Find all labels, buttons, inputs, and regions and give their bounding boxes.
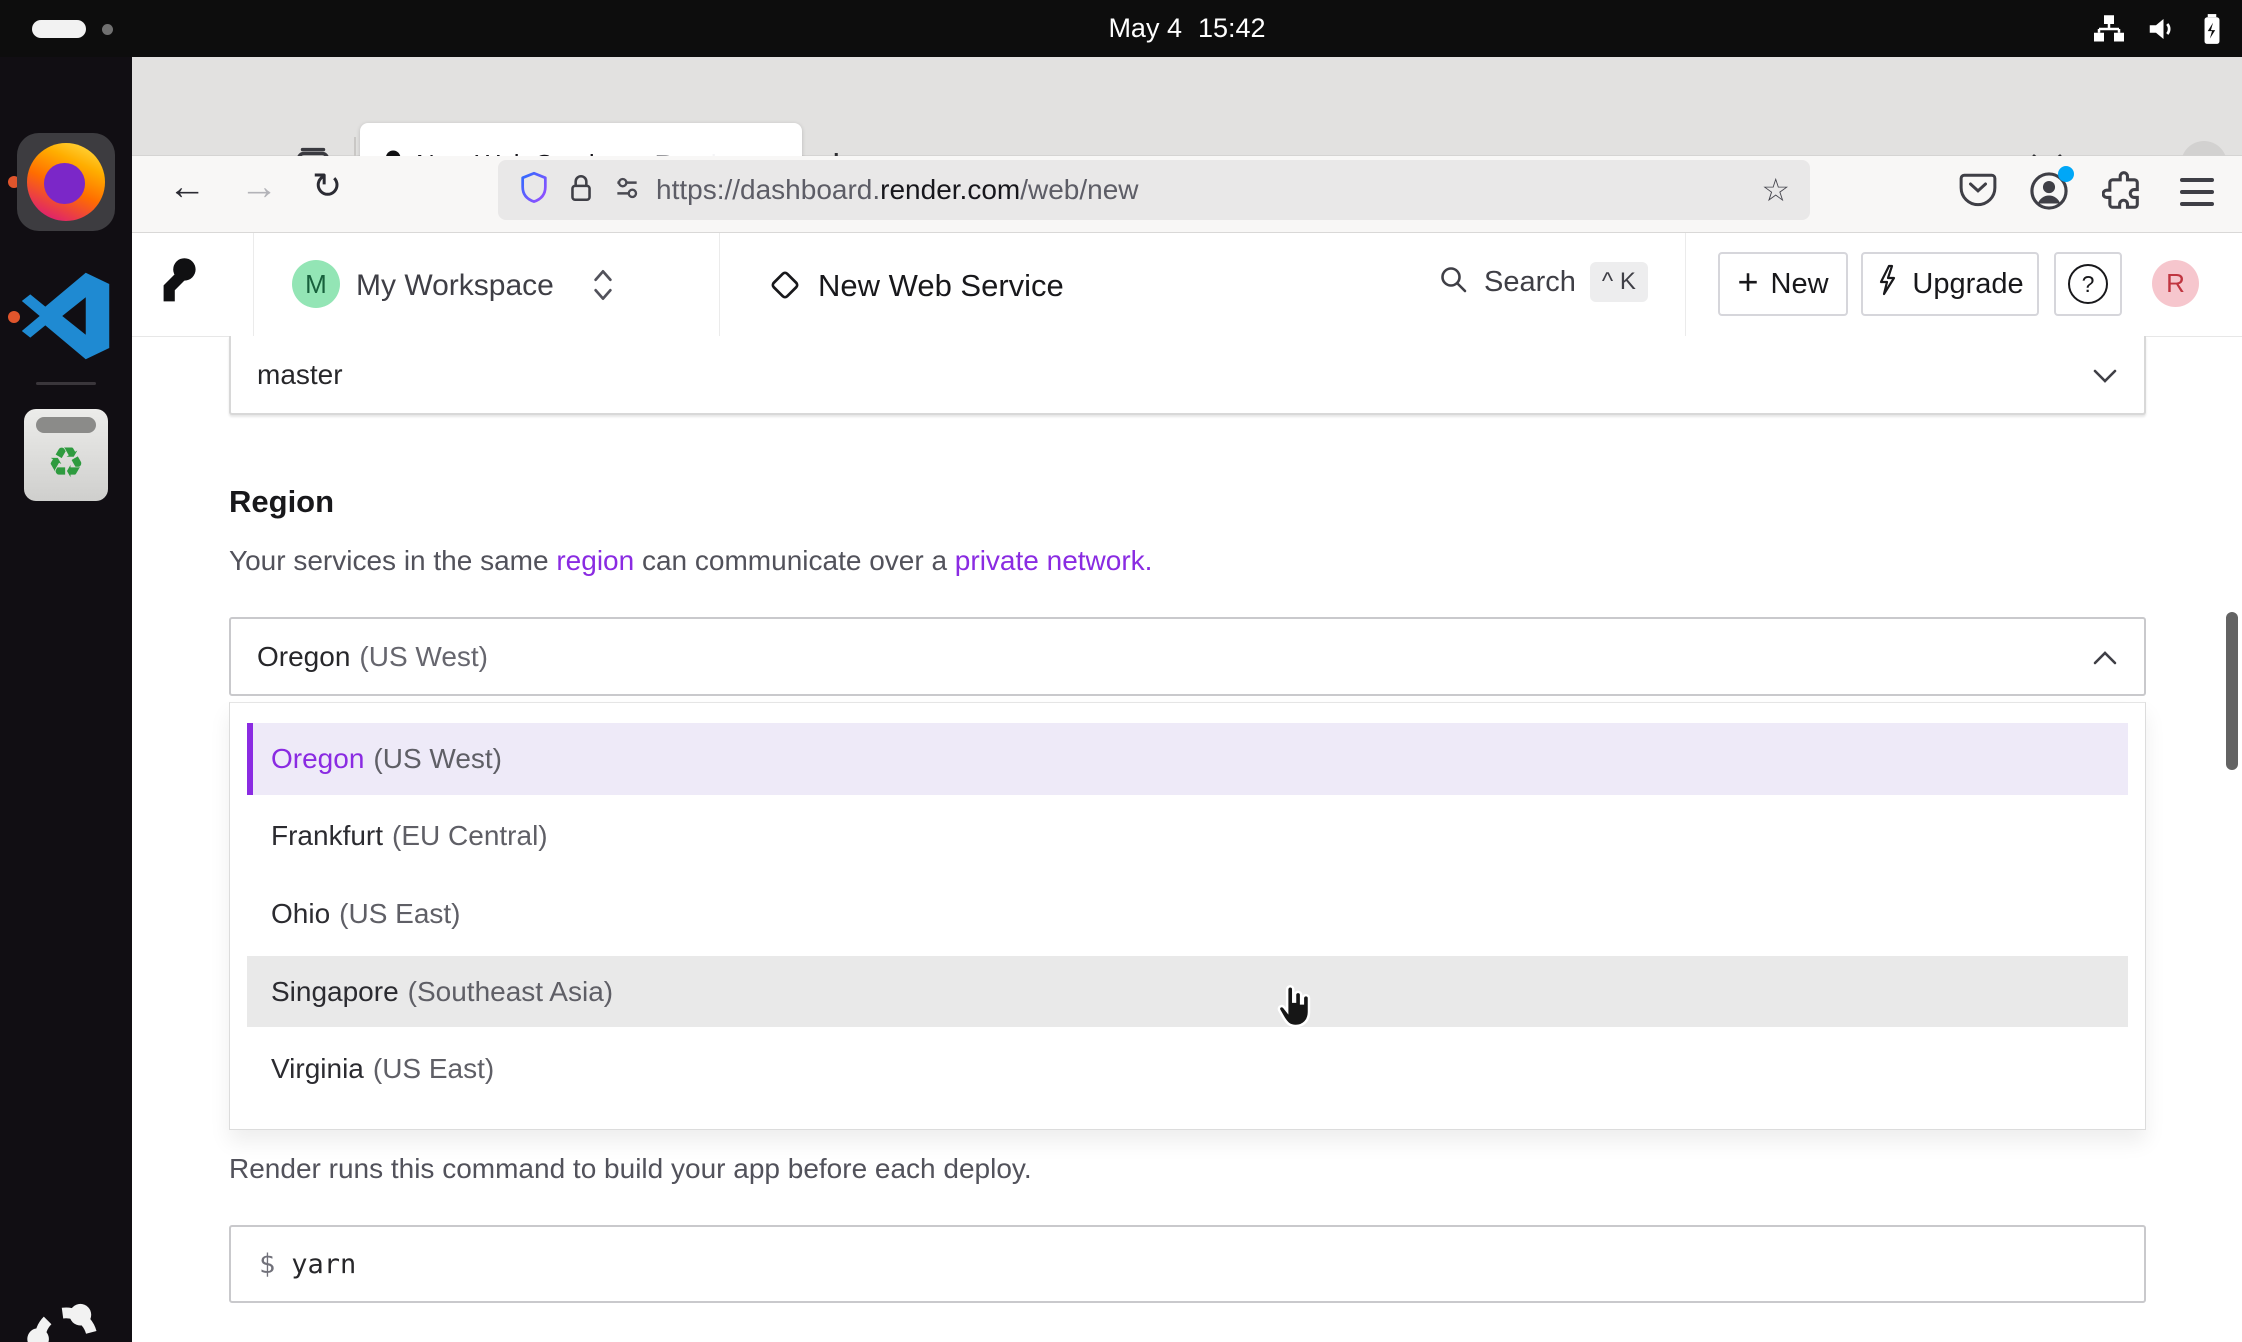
option-detail: (US West)	[373, 743, 502, 775]
ubuntu-logo-icon	[21, 1294, 111, 1342]
region-option-oregon[interactable]: Oregon (US West)	[247, 723, 2128, 795]
back-button[interactable]: ←	[168, 168, 206, 206]
dock-item-firefox[interactable]	[17, 133, 115, 231]
trash-lid	[36, 417, 96, 433]
service-diamond-icon	[766, 266, 804, 309]
new-button[interactable]: + New	[1718, 252, 1848, 316]
search-label: Search	[1484, 266, 1576, 299]
option-detail: (EU Central)	[392, 820, 548, 852]
region-dropdown-panel: Oregon (US West) Frankfurt (EU Central) …	[229, 702, 2146, 1130]
dock: ♻	[0, 57, 132, 1342]
system-tray[interactable]	[2094, 0, 2226, 57]
hamburger-menu-icon[interactable]	[2180, 178, 2214, 206]
command-value: yarn	[291, 1249, 356, 1280]
clock-date: May 4	[1108, 13, 1182, 44]
dock-item-trash[interactable]: ♻	[24, 409, 108, 501]
region-select-value: Oregon	[257, 641, 350, 673]
search-shortcut-badge: ^ K	[1590, 262, 1648, 302]
region-option-ohio[interactable]: Ohio (US East)	[247, 878, 2128, 950]
search-button[interactable]: Search ^ K	[1438, 262, 1648, 302]
region-select-value-detail: (US West)	[359, 641, 488, 673]
reload-button[interactable]: ↻	[312, 168, 342, 204]
region-option-virginia[interactable]: Virginia (US East)	[247, 1033, 2128, 1105]
chevron-down-icon	[2092, 359, 2118, 391]
chevron-up-icon	[2092, 641, 2118, 673]
desktop: May 4 15:42 ♻	[0, 0, 2242, 1342]
header-divider-2	[719, 233, 720, 336]
header-divider-1	[253, 233, 254, 336]
volume-icon[interactable]	[2146, 14, 2176, 44]
option-detail: (Southeast Asia)	[408, 976, 613, 1008]
region-option-singapore[interactable]: Singapore (Southeast Asia)	[247, 956, 2128, 1028]
battery-icon[interactable]	[2198, 13, 2226, 45]
branch-value: master	[257, 359, 343, 391]
permissions-icon[interactable]	[612, 175, 642, 206]
url-text: https://dashboard.render.com/web/new	[656, 174, 1139, 206]
activities-indicator[interactable]	[32, 20, 86, 38]
build-command-description: Render runs this command to build your a…	[229, 1153, 1032, 1185]
dock-divider	[36, 382, 96, 385]
firefox-icon	[27, 143, 105, 221]
dock-item-vscode[interactable]	[17, 267, 115, 365]
option-name: Oregon	[271, 743, 364, 775]
region-select[interactable]: Oregon (US West)	[229, 617, 2146, 696]
tab-strip: New Web Service • Rend × + – ×	[132, 57, 2242, 156]
workspace-switcher[interactable]: My Workspace	[356, 269, 554, 303]
header-divider-3	[1685, 233, 1686, 336]
render-logo[interactable]	[158, 256, 198, 307]
page-scrollbar-thumb[interactable]	[2226, 612, 2238, 770]
shield-icon[interactable]	[518, 171, 550, 210]
new-button-label: New	[1771, 268, 1829, 301]
page-title: New Web Service	[818, 268, 1064, 304]
question-icon: ?	[2068, 264, 2108, 304]
upgrade-button[interactable]: Upgrade	[1861, 252, 2039, 316]
search-icon	[1438, 264, 1470, 301]
option-name: Virginia	[271, 1053, 364, 1085]
extensions-puzzle-icon[interactable]	[2102, 170, 2144, 217]
option-detail: (US East)	[373, 1053, 494, 1085]
dock-item-show-apps[interactable]	[21, 1294, 111, 1342]
clock-time: 15:42	[1198, 13, 1266, 44]
build-command-input[interactable]: $ yarn	[229, 1225, 2146, 1303]
pocket-icon[interactable]	[1958, 170, 1998, 213]
upgrade-button-label: Upgrade	[1912, 268, 2023, 301]
help-button[interactable]: ?	[2054, 252, 2122, 316]
option-name: Ohio	[271, 898, 330, 930]
forward-button[interactable]: →	[240, 168, 278, 206]
lock-icon[interactable]	[566, 172, 596, 209]
workspace-avatar: M	[292, 260, 340, 308]
bookmark-star-icon[interactable]: ☆	[1761, 171, 1790, 209]
option-name: Singapore	[271, 976, 399, 1008]
command-prompt: $	[259, 1249, 275, 1280]
region-option-frankfurt[interactable]: Frankfurt (EU Central)	[247, 801, 2128, 873]
workspace-chevron-updown-icon[interactable]	[590, 264, 616, 311]
region-description: Your services in the same region can com…	[229, 545, 1152, 577]
network-icon[interactable]	[2094, 14, 2124, 44]
vscode-icon	[19, 269, 113, 363]
plus-icon: +	[1737, 261, 1758, 303]
region-heading: Region	[229, 484, 334, 520]
region-link[interactable]: region	[556, 545, 634, 576]
option-detail: (US East)	[339, 898, 460, 930]
clock[interactable]: May 4 15:42	[132, 0, 2242, 57]
system-top-bar: May 4 15:42	[0, 0, 2242, 57]
lightning-icon	[1876, 264, 1900, 304]
url-bar[interactable]: https://dashboard.render.com/web/new ☆	[498, 160, 1810, 220]
recycle-icon: ♻	[47, 438, 85, 487]
option-name: Frankfurt	[271, 820, 383, 852]
user-avatar[interactable]: R	[2152, 260, 2199, 307]
private-network-link[interactable]: private network.	[955, 545, 1153, 576]
workspace-dot	[102, 24, 113, 35]
account-notification-dot	[2058, 166, 2074, 182]
branch-select[interactable]: master	[229, 336, 2146, 415]
